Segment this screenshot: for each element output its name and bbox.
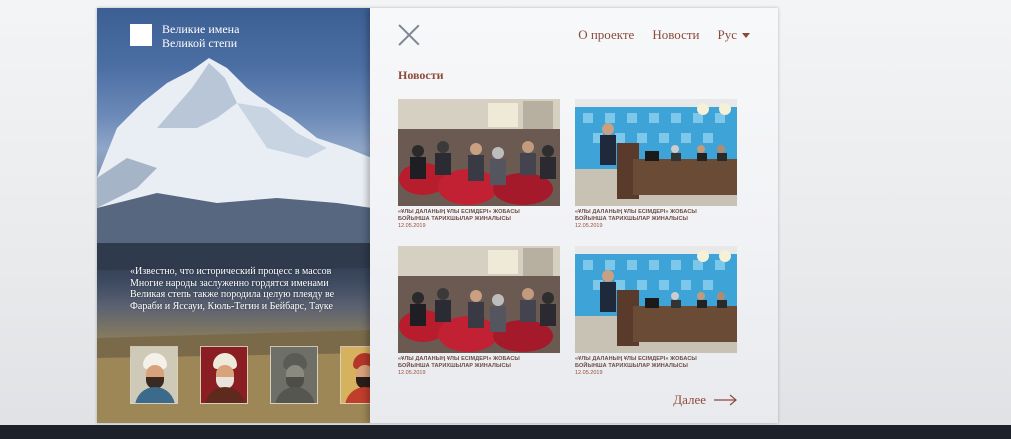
more-link[interactable]: Далее	[673, 392, 738, 408]
news-card[interactable]: «ҰЛЫ ДАЛАНЫҢ ҰЛЫ ЕСІМДЕРІ» ЖОБАСЫ БОЙЫНШ…	[398, 246, 560, 376]
news-caption: «ҰЛЫ ДАЛАНЫҢ ҰЛЫ ЕСІМДЕРІ» ЖОБАСЫ БОЙЫНШ…	[575, 356, 737, 369]
hero-panel: Великие имена Великой степи «Известно, ч…	[97, 8, 372, 423]
news-menu-panel: О проекте Новости Рус Новости «ҰЛЫ ДАЛАН…	[370, 8, 778, 423]
news-photo-auditorium	[398, 99, 560, 206]
news-card[interactable]: «ҰЛЫ ДАЛАНЫҢ ҰЛЫ ЕСІМДЕРІ» ЖОБАСЫ БОЙЫНШ…	[398, 99, 560, 229]
more-label: Далее	[673, 392, 706, 407]
top-nav: О проекте Новости Рус	[578, 27, 750, 43]
quote-line-4: Фараби и Яссауи, Кюль-Тегин и Бейбарс, Т…	[130, 300, 333, 312]
logo-mark	[130, 24, 152, 46]
portrait-2[interactable]	[200, 346, 248, 404]
news-caption: «ҰЛЫ ДАЛАНЫҢ ҰЛЫ ЕСІМДЕРІ» ЖОБАСЫ БОЙЫНШ…	[398, 209, 560, 222]
quote-line-2: Многие народы заслуженно гордятся именам…	[130, 277, 329, 289]
news-photo-podium	[575, 99, 737, 206]
language-label: Рус	[717, 27, 738, 42]
logo-line-1: Великие имена	[162, 22, 240, 36]
news-caption-line-2: БОЙЫНША ТАРИХШЫЛАР ЖИНАЛЫСЫ	[398, 215, 512, 222]
news-caption-line-2: БОЙЫНША ТАРИХШЫЛАР ЖИНАЛЫСЫ	[575, 362, 689, 369]
news-date: 12.05.2019	[575, 370, 603, 376]
news-photo-podium	[575, 246, 737, 353]
news-card[interactable]: «ҰЛЫ ДАЛАНЫҢ ҰЛЫ ЕСІМДЕРІ» ЖОБАСЫ БОЙЫНШ…	[575, 99, 737, 229]
close-icon[interactable]	[398, 24, 420, 46]
site-logo[interactable]: Великие имена Великой степи	[130, 22, 239, 50]
logo-line-2: Великой степи	[162, 36, 238, 50]
news-date: 12.05.2019	[398, 370, 426, 376]
logo-text: Великие имена Великой степи	[162, 22, 239, 50]
news-card[interactable]: «ҰЛЫ ДАЛАНЫҢ ҰЛЫ ЕСІМДЕРІ» ЖОБАСЫ БОЙЫНШ…	[575, 246, 737, 376]
news-heading: Новости	[398, 68, 444, 82]
quote-line-3: Великая степь также породила целую плеяд…	[130, 289, 335, 300]
nav-about-link[interactable]: О проекте	[578, 27, 634, 43]
news-date: 12.05.2019	[575, 223, 603, 229]
portrait-4[interactable]	[340, 346, 372, 404]
news-photo-auditorium	[398, 246, 560, 353]
news-date: 12.05.2019	[398, 223, 426, 229]
nav-news-link[interactable]: Новости	[652, 27, 699, 43]
quote-line-1: «Известно, что исторический процесс в ма…	[130, 266, 332, 277]
arrow-right-icon	[714, 394, 737, 406]
site-window: Великие имена Великой степи «Известно, ч…	[97, 8, 778, 423]
taskbar-strip	[0, 425, 1011, 439]
news-caption-line-2: БОЙЫНША ТАРИХШЫЛАР ЖИНАЛЫСЫ	[398, 362, 512, 369]
news-caption-line-2: БОЙЫНША ТАРИХШЫЛАР ЖИНАЛЫСЫ	[575, 215, 689, 222]
news-caption: «ҰЛЫ ДАЛАНЫҢ ҰЛЫ ЕСІМДЕРІ» ЖОБАСЫ БОЙЫНШ…	[575, 209, 737, 222]
portrait-1[interactable]	[130, 346, 178, 404]
chevron-down-icon	[742, 33, 750, 38]
portrait-3[interactable]	[270, 346, 318, 404]
hero-quote: «Известно, что исторический процесс в ма…	[130, 266, 372, 312]
news-caption: «ҰЛЫ ДАЛАНЫҢ ҰЛЫ ЕСІМДЕРІ» ЖОБАСЫ БОЙЫНШ…	[398, 356, 560, 369]
language-selector[interactable]: Рус	[717, 27, 750, 43]
